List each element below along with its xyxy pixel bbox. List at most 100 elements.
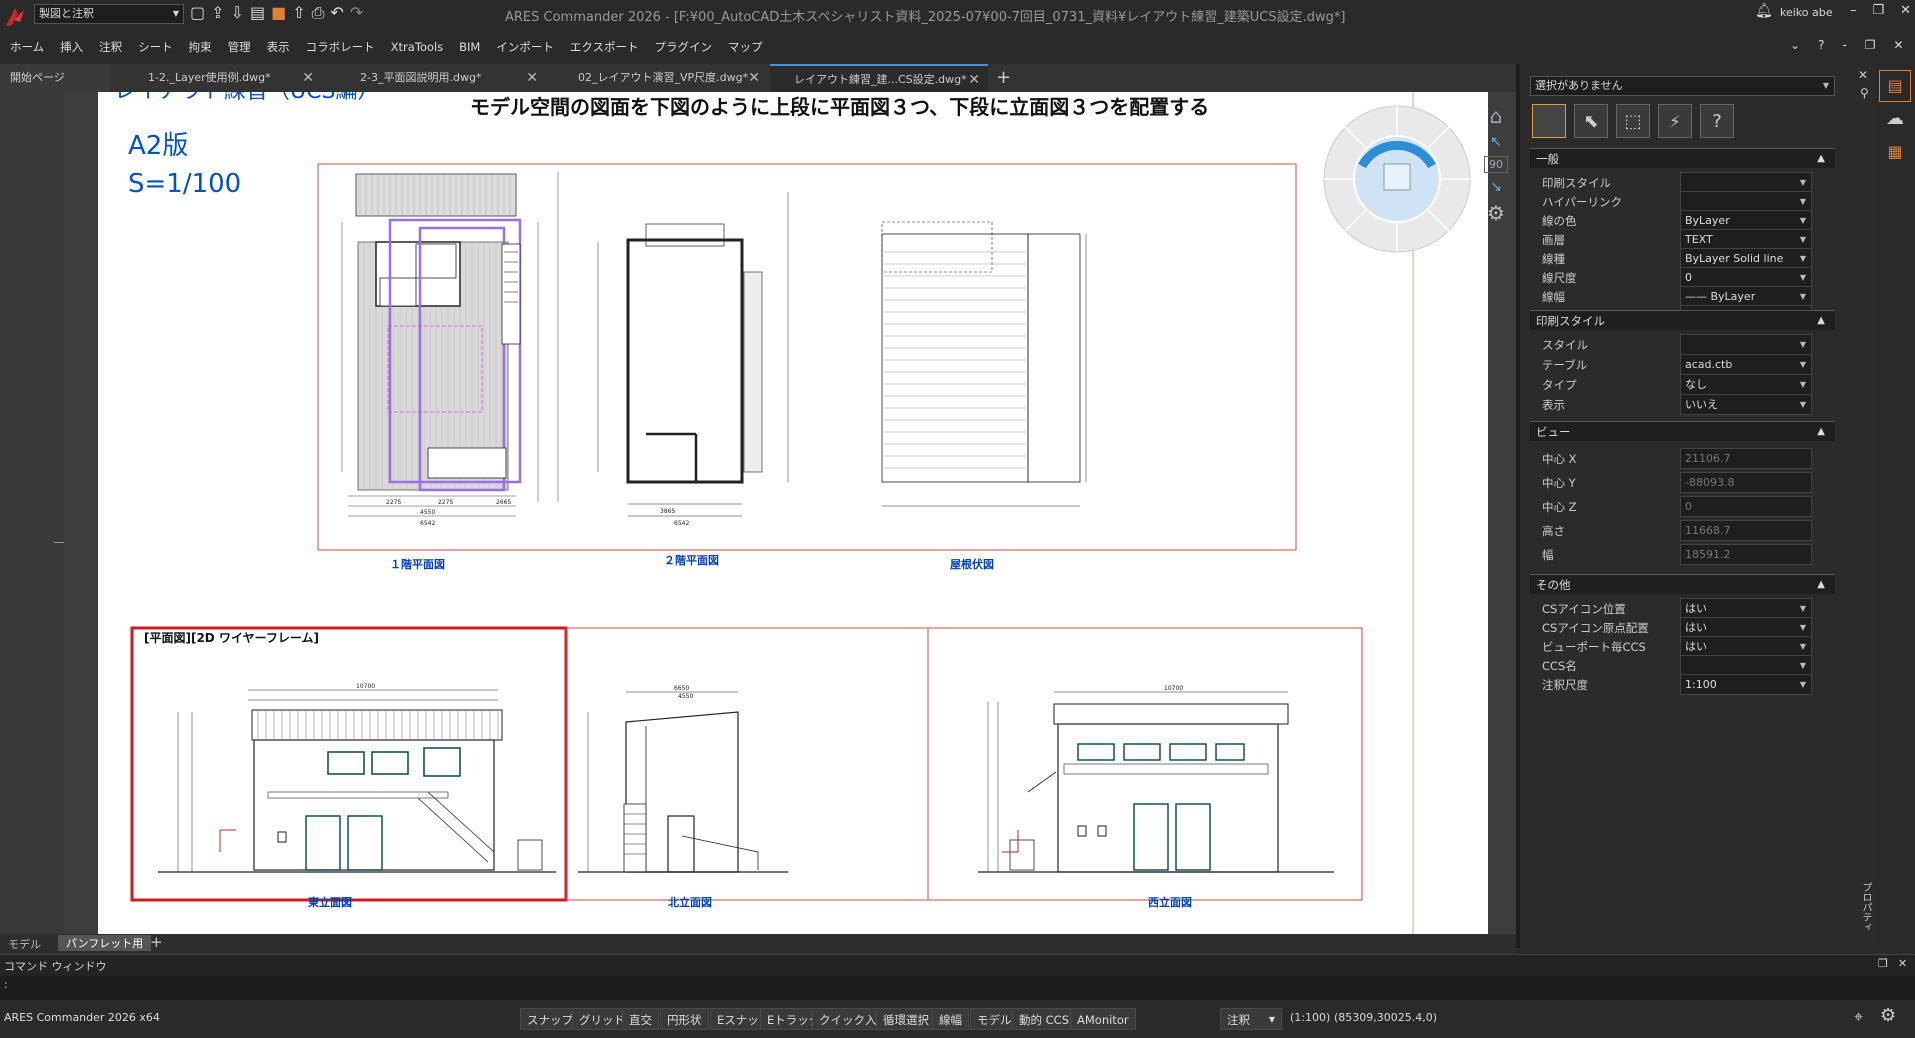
- collapse-icon[interactable]: ▲: [1817, 422, 1825, 442]
- dropdown-arrow-icon[interactable]: ▼: [1800, 335, 1806, 354]
- dropdown-arrow-icon[interactable]: ▼: [1800, 230, 1806, 249]
- doc-close-icon[interactable]: ✕: [1894, 38, 1904, 52]
- dropdown-arrow-icon[interactable]: ▼: [1800, 249, 1806, 268]
- dropdown-arrow-icon[interactable]: ▼: [1800, 637, 1806, 656]
- dropdown-arrow-icon[interactable]: ▼: [1800, 287, 1806, 306]
- sheet-tab-model[interactable]: モデル: [8, 936, 41, 952]
- section-other[interactable]: その他 ▲: [1530, 574, 1835, 594]
- redo-icon[interactable]: ↷: [350, 3, 363, 25]
- filter-select-icon[interactable]: ⚡: [1658, 104, 1692, 138]
- status-toggle[interactable]: 線幅: [932, 1008, 969, 1030]
- minimize-icon[interactable]: –: [1850, 3, 1857, 18]
- folder-icon[interactable]: ▤: [250, 3, 265, 25]
- property-value[interactable]: ByLayer Solid line ▼: [1680, 248, 1812, 269]
- menu-item[interactable]: 表示: [259, 30, 298, 64]
- help-question-icon[interactable]: ?: [1700, 104, 1734, 138]
- property-value[interactable]: TEXT ▼: [1680, 229, 1812, 250]
- print-icon[interactable]: ⎙: [312, 3, 325, 25]
- property-value[interactable]: 11668.7: [1680, 520, 1812, 541]
- property-value[interactable]: ByLayer▼: [1680, 210, 1812, 231]
- collapse-icon[interactable]: ▲: [1817, 311, 1825, 331]
- menu-item[interactable]: XtraTools: [383, 30, 452, 64]
- dropdown-arrow-icon[interactable]: ▼: [1800, 211, 1806, 230]
- save-cloud-icon[interactable]: ⇧: [292, 3, 305, 25]
- tab-layer-example[interactable]: 1-2._Layer使用例.dwg* ✕: [112, 64, 322, 92]
- property-value[interactable]: 21106.7: [1680, 448, 1812, 469]
- undo-icon[interactable]: ↶: [330, 3, 343, 25]
- property-value[interactable]: —— ByLayer ▼: [1680, 286, 1812, 307]
- dropdown-arrow-icon[interactable]: ▼: [1800, 173, 1806, 192]
- app-logo-icon[interactable]: [4, 6, 26, 28]
- property-value[interactable]: ▼: [1680, 172, 1812, 193]
- tab-close-icon[interactable]: ✕: [748, 64, 760, 92]
- properties-toggle-icon[interactable]: ▤: [1879, 70, 1911, 102]
- menu-item[interactable]: インポート: [488, 30, 562, 64]
- property-value[interactable]: ▼: [1680, 334, 1812, 355]
- property-value[interactable]: ▼: [1680, 655, 1812, 676]
- selection-dropdown[interactable]: 選択がありません ▼: [1530, 76, 1835, 96]
- tab-vp-scale[interactable]: 02_レイアウト演習_VP尺度.dwg* ✕: [548, 64, 768, 92]
- dropdown-arrow-icon[interactable]: ▼: [1800, 656, 1806, 675]
- collapse-icon[interactable]: ▲: [1817, 575, 1825, 595]
- workspace-settings-icon[interactable]: ⚙: [1880, 1005, 1896, 1026]
- tab-close-icon[interactable]: ✕: [968, 66, 980, 94]
- save-icon[interactable]: ■: [271, 3, 286, 25]
- tab-plan-desc[interactable]: 2-3_平面図説明用.dwg* ✕: [324, 64, 546, 92]
- dropdown-arrow-icon[interactable]: ▼: [1800, 675, 1806, 694]
- pick-icon[interactable]: ⬉: [1574, 104, 1608, 138]
- menu-item[interactable]: 管理: [220, 30, 259, 64]
- cloud-icon[interactable]: ☁: [1879, 108, 1911, 136]
- panel-side-label[interactable]: プロパティ: [1858, 882, 1873, 932]
- tab-active-layout[interactable]: レイアウト練習_建...CS設定.dwg* ✕: [770, 64, 988, 92]
- dropdown-arrow-icon[interactable]: ▼: [1800, 268, 1806, 287]
- section-view[interactable]: ビュー ▲: [1530, 421, 1835, 441]
- command-input[interactable]: :: [0, 976, 1915, 1000]
- property-value[interactable]: はい ▼: [1680, 598, 1812, 619]
- status-toggle[interactable]: 動的 CCS: [1012, 1008, 1077, 1030]
- rotate-90-button[interactable]: 90: [1484, 156, 1508, 173]
- user-name[interactable]: keiko abe: [1780, 6, 1833, 19]
- panel-pin-icon[interactable]: ⚲: [1860, 86, 1869, 100]
- menu-item[interactable]: 挿入: [52, 30, 91, 64]
- section-printstyle[interactable]: 印刷スタイル ▲: [1530, 310, 1835, 330]
- dropdown-arrow-icon[interactable]: ▼: [1800, 618, 1806, 637]
- property-value[interactable]: いいえ ▼: [1680, 394, 1812, 415]
- cmd-float-icon[interactable]: ❐: [1878, 957, 1888, 970]
- menu-item[interactable]: ホーム: [2, 30, 52, 64]
- workspace-select[interactable]: 製図と注釈 ▼: [34, 4, 184, 24]
- tab-close-icon[interactable]: ✕: [526, 64, 538, 92]
- blocks-icon[interactable]: ▦: [1879, 142, 1911, 170]
- property-value[interactable]: はい ▼: [1680, 636, 1812, 657]
- property-value[interactable]: -88093.8: [1680, 472, 1812, 493]
- annotation-dropdown[interactable]: 注釈 ▼: [1220, 1008, 1282, 1030]
- sheet-tab-pamphlet[interactable]: パンフレット用: [58, 935, 152, 951]
- dropdown-arrow-icon[interactable]: ▼: [1800, 375, 1806, 394]
- add-sheet-button[interactable]: +: [150, 933, 163, 951]
- restore-icon[interactable]: ❐: [1873, 3, 1885, 18]
- property-value[interactable]: なし ▼: [1680, 374, 1812, 395]
- menu-item[interactable]: シート: [130, 30, 181, 64]
- menu-item[interactable]: プラグイン: [647, 30, 721, 64]
- status-toggle[interactable]: 直交: [622, 1008, 659, 1030]
- property-value[interactable]: ▼: [1680, 191, 1812, 212]
- select-window-icon[interactable]: ⬚: [1616, 104, 1650, 138]
- dropdown-arrow-icon[interactable]: ▼: [1800, 599, 1806, 618]
- menu-item[interactable]: コラボレート: [298, 30, 383, 64]
- property-value[interactable]: はい ▼: [1680, 617, 1812, 638]
- home-view-icon[interactable]: ⌂: [1490, 104, 1503, 128]
- dropdown-arrow-icon[interactable]: ▼: [1800, 355, 1806, 374]
- new-tab-button[interactable]: +: [990, 64, 1016, 92]
- ribbon-collapse-icon[interactable]: ⌄: [1790, 38, 1800, 52]
- panel-close-icon[interactable]: ✕: [1858, 68, 1868, 82]
- menu-item[interactable]: 拘束: [181, 30, 220, 64]
- property-value[interactable]: acad.ctb ▼: [1680, 354, 1812, 375]
- status-toggle[interactable]: スナップ: [520, 1008, 580, 1030]
- view-cube[interactable]: [1322, 104, 1472, 254]
- notification-bell-icon[interactable]: 🔔︎: [1755, 3, 1773, 19]
- help-icon[interactable]: ?: [1818, 38, 1824, 52]
- collapse-icon[interactable]: ▲: [1817, 149, 1825, 169]
- doc-minimize-icon[interactable]: -: [1842, 38, 1846, 52]
- status-toggle[interactable]: 循環選択: [876, 1008, 936, 1030]
- drawing-canvas[interactable]: レイアウト練習（UCS編） モデル空間の図面を下図のように上段に平面図３つ、下段…: [64, 92, 1516, 934]
- quick-select-icon[interactable]: [1532, 104, 1566, 138]
